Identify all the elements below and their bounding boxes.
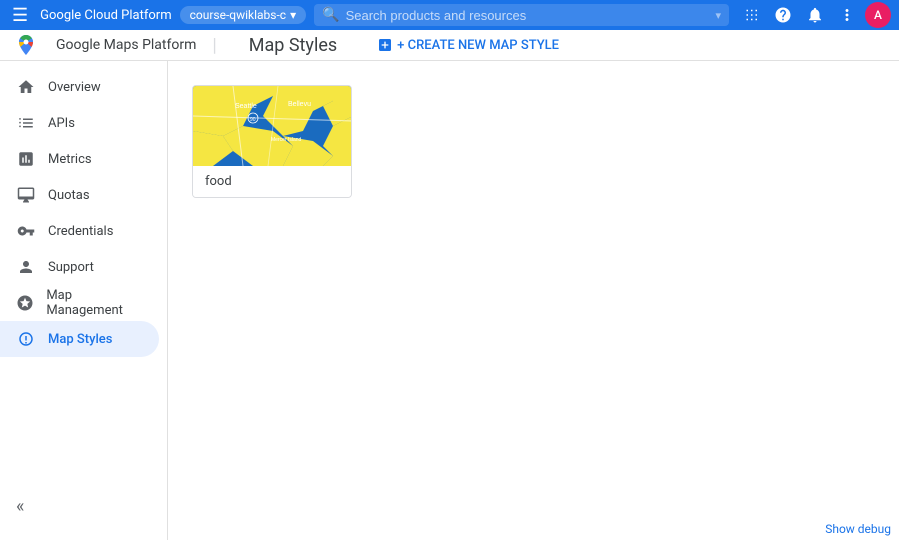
sidebar-item-quotas[interactable]: Quotas xyxy=(0,177,159,213)
brand-title: Google Cloud Platform xyxy=(40,8,171,23)
credentials-icon xyxy=(16,222,36,240)
top-nav: ☰ Google Cloud Platform course-qwiklabs-… xyxy=(0,0,899,30)
sidebar-item-metrics[interactable]: Metrics xyxy=(0,141,159,177)
sidebar-item-overview[interactable]: Overview xyxy=(0,69,159,105)
sidebar-item-apis[interactable]: APIs xyxy=(0,105,159,141)
svg-text:90: 90 xyxy=(250,117,256,123)
search-icon: 🔍 xyxy=(322,7,339,23)
content-area: Seattle Bellevu 90 Mercer Island food xyxy=(168,61,899,540)
secondary-nav-title: Google Maps Platform xyxy=(56,37,196,53)
sidebar-label-overview: Overview xyxy=(48,80,101,95)
sidebar-item-map-styles[interactable]: Map Styles xyxy=(0,321,159,357)
debug-label: Show debug xyxy=(825,522,891,536)
show-debug-button[interactable]: Show debug xyxy=(817,518,899,540)
map-management-icon xyxy=(16,294,34,312)
create-btn-label: + CREATE NEW MAP STYLE xyxy=(397,38,559,53)
quotas-icon xyxy=(16,186,36,204)
notifications-icon-button[interactable] xyxy=(801,1,829,29)
avatar[interactable]: A xyxy=(865,2,891,28)
sidebar-label-quotas: Quotas xyxy=(48,188,90,203)
sidebar: Overview APIs Metrics Quotas Credentials xyxy=(0,61,168,540)
search-input[interactable] xyxy=(346,8,710,23)
svg-text:Seattle: Seattle xyxy=(235,103,257,110)
help-icon-button[interactable] xyxy=(769,1,797,29)
apis-icon xyxy=(16,114,36,132)
sidebar-label-apis: APIs xyxy=(48,116,75,131)
separator: | xyxy=(212,35,216,56)
project-name: course-qwiklabs-c xyxy=(190,8,287,22)
map-styles-icon xyxy=(16,330,36,348)
support-icon xyxy=(16,258,36,276)
svg-text:Bellevu: Bellevu xyxy=(288,101,311,108)
keyboard-shortcut-icon: ▾ xyxy=(715,9,721,22)
map-preview: Seattle Bellevu 90 Mercer Island xyxy=(193,86,352,166)
sidebar-item-map-management[interactable]: Map Management xyxy=(0,285,159,321)
sidebar-label-support: Support xyxy=(48,260,94,275)
search-bar[interactable]: 🔍 ▾ xyxy=(314,4,729,26)
sidebar-item-credentials[interactable]: Credentials xyxy=(0,213,159,249)
project-chip[interactable]: course-qwiklabs-c ▾ xyxy=(180,6,307,24)
page-heading: Map Styles xyxy=(249,35,337,56)
sidebar-label-metrics: Metrics xyxy=(48,152,92,167)
create-new-map-style-button[interactable]: + CREATE NEW MAP STYLE xyxy=(369,33,567,57)
home-icon xyxy=(16,78,36,96)
sidebar-item-support[interactable]: Support xyxy=(0,249,159,285)
map-style-label: food xyxy=(193,166,351,197)
sidebar-label-map-styles: Map Styles xyxy=(48,332,112,347)
metrics-icon xyxy=(16,150,36,168)
maps-logo xyxy=(12,31,40,59)
svg-text:Mercer Island: Mercer Island xyxy=(271,137,302,143)
chevron-down-icon: ▾ xyxy=(290,8,296,22)
map-style-card-food[interactable]: Seattle Bellevu 90 Mercer Island food xyxy=(192,85,352,198)
collapse-sidebar-button[interactable]: « xyxy=(0,488,167,524)
sidebar-bottom: « xyxy=(0,480,167,532)
sidebar-label-credentials: Credentials xyxy=(48,224,113,239)
more-icon-button[interactable] xyxy=(833,1,861,29)
collapse-icon: « xyxy=(16,496,24,517)
hamburger-icon[interactable]: ☰ xyxy=(8,1,32,30)
sidebar-label-map-management: Map Management xyxy=(46,288,143,318)
secondary-nav: Google Maps Platform | Map Styles + CREA… xyxy=(0,30,899,61)
nav-icons: A xyxy=(737,1,891,29)
grid-icon-button[interactable] xyxy=(737,1,765,29)
main-layout: Overview APIs Metrics Quotas Credentials xyxy=(0,61,899,540)
